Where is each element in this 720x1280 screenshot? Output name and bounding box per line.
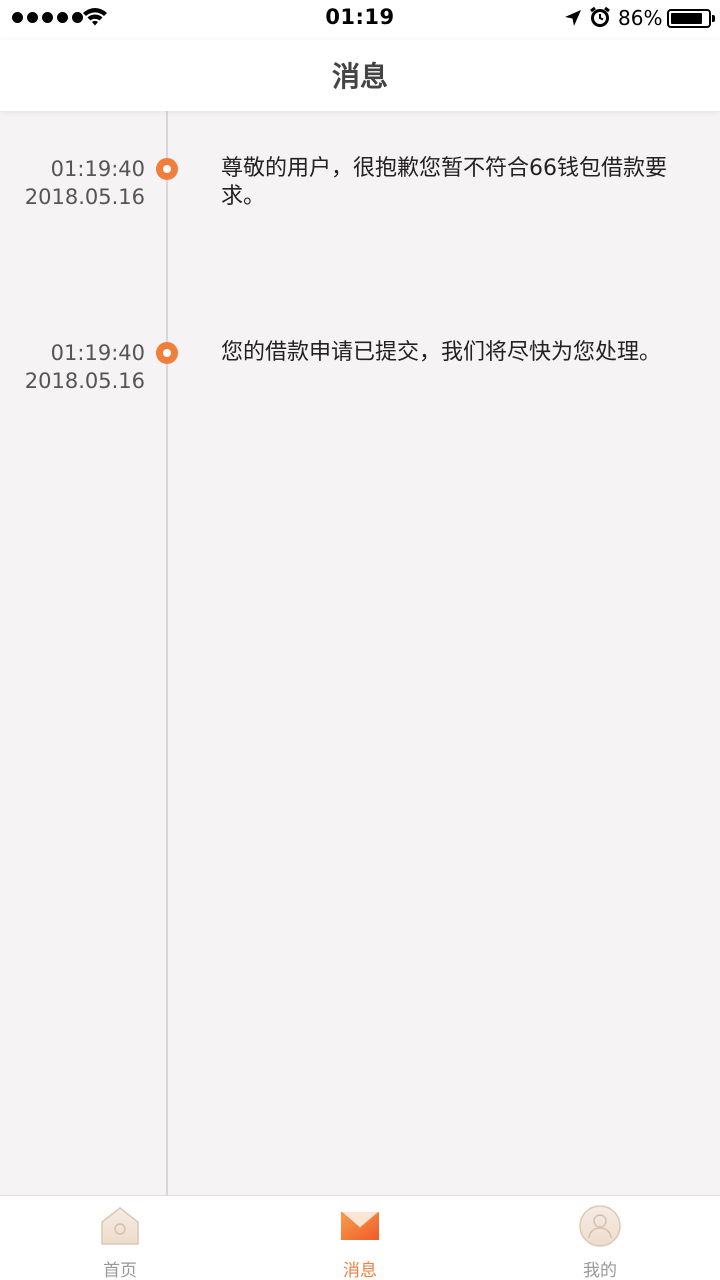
message-text: 尊敬的用户，很抱歉您暂不符合66钱包借款要求。	[221, 156, 667, 209]
message-time: 01:19:40	[50, 341, 145, 365]
tab-label: 首页	[103, 1261, 137, 1280]
message-text: 您的借款申请已提交，我们将尽快为您处理。	[221, 340, 662, 365]
message-time: 01:19:40	[50, 157, 145, 181]
tab-messages[interactable]: 消息	[240, 1196, 480, 1280]
location-arrow-icon	[565, 10, 581, 26]
timeline-line	[166, 111, 168, 1195]
battery-icon	[667, 9, 715, 28]
tab-home[interactable]: 首页	[0, 1196, 240, 1280]
page-title: 消息	[331, 60, 388, 93]
timeline-dot-icon	[156, 158, 178, 180]
nav-header: 消息	[0, 40, 720, 111]
message-date: 2018.05.16	[24, 369, 145, 393]
envelope-icon	[340, 1211, 380, 1240]
profile-icon	[579, 1205, 621, 1247]
tab-bar: 首页 消息 我的	[0, 1195, 720, 1280]
alarm-icon	[590, 6, 610, 27]
screen: 01:19 86% 消息 01:19:40 2018.05.16 尊敬的用户，很…	[0, 0, 720, 1280]
tab-label: 消息	[343, 1261, 377, 1280]
message-timestamp: 01:19:40 2018.05.16	[25, 339, 145, 395]
message-date: 2018.05.16	[24, 185, 145, 209]
battery-percentage: 86%	[618, 6, 663, 30]
status-bar: 01:19 86%	[0, 0, 720, 40]
home-icon	[101, 1207, 139, 1245]
message-timestamp: 01:19:40 2018.05.16	[25, 155, 145, 211]
tab-label: 我的	[583, 1261, 617, 1280]
status-time: 01:19	[325, 5, 395, 29]
tab-profile[interactable]: 我的	[480, 1196, 720, 1280]
timeline-dot-icon	[156, 342, 178, 364]
